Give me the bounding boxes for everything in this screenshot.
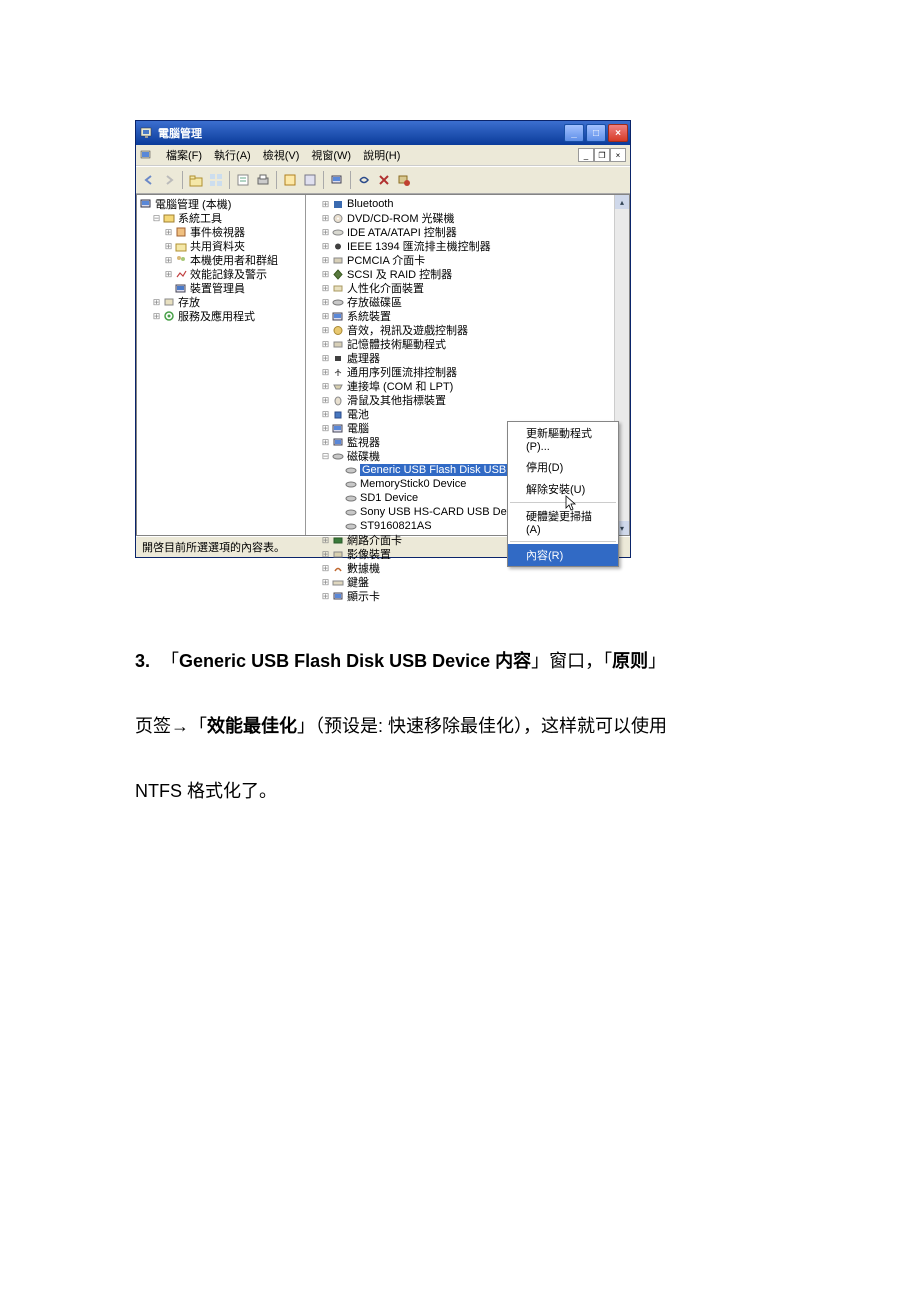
battery-icon	[331, 409, 345, 420]
expand-icon[interactable]: ⊞	[163, 255, 174, 266]
dvd-icon	[331, 213, 345, 224]
menu-help[interactable]: 說明(H)	[363, 147, 400, 163]
collapse-icon[interactable]: ⊟	[151, 213, 162, 224]
titlebar[interactable]: 電腦管理 _ □ ×	[136, 121, 630, 145]
network-icon	[331, 535, 345, 546]
mdi-restore-button[interactable]: ❐	[594, 148, 610, 162]
up-button[interactable]	[187, 171, 205, 189]
hid-icon	[331, 283, 345, 294]
tree-system-tools: ⊟系統工具	[151, 211, 303, 225]
menu-file[interactable]: 檔案(F)	[166, 147, 202, 163]
folder-icon	[174, 240, 188, 252]
computer-management-window: 電腦管理 _ □ × 檔案(F) 執行(A) 檢視(V) 視窗(W) 說明(H)…	[135, 120, 631, 558]
refresh-icon[interactable]	[281, 171, 299, 189]
mdi-buttons: _ ❐ ×	[578, 148, 626, 162]
content-area: 電腦管理 (本機) ⊟系統工具 ⊞事件檢視器 ⊞共用資料夾 ⊞本機使用者和群組 …	[136, 194, 630, 536]
monitor-icon	[331, 437, 345, 448]
sound-icon	[331, 325, 345, 336]
ctx-update-driver[interactable]: 更新驅動程式(P)...	[508, 422, 618, 456]
nav-back-button[interactable]	[140, 171, 158, 189]
ctx-uninstall[interactable]: 解除安裝(U)	[508, 478, 618, 500]
tools-icon	[162, 212, 176, 224]
mouse-icon	[331, 395, 345, 406]
expand-icon[interactable]: ⊞	[151, 311, 162, 322]
collapse-icon[interactable]: ⊟	[320, 451, 331, 462]
menu-window[interactable]: 視窗(W)	[311, 147, 351, 163]
mdi-icon	[140, 149, 154, 161]
bluetooth-icon	[331, 199, 345, 210]
window-title: 電腦管理	[158, 125, 562, 141]
ctx-disable[interactable]: 停用(D)	[508, 456, 618, 478]
scroll-up-button[interactable]: ▴	[615, 195, 629, 209]
menubar: 檔案(F) 執行(A) 檢視(V) 視窗(W) 說明(H) _ ❐ ×	[136, 145, 630, 166]
expand-icon[interactable]: ⊞	[163, 227, 174, 238]
disk-icon	[344, 521, 358, 532]
cursor-icon	[565, 495, 579, 516]
keyboard-icon	[331, 577, 345, 588]
device-manager-icon	[174, 282, 188, 294]
memdrv-icon	[331, 339, 345, 350]
right-tree-pane[interactable]: ⊞Bluetooth ⊞DVD/CD-ROM 光碟機 ⊞IDE ATA/ATAP…	[306, 195, 629, 535]
close-button[interactable]: ×	[608, 124, 628, 142]
mdi-close-button[interactable]: ×	[610, 148, 626, 162]
minimize-button[interactable]: _	[564, 124, 584, 142]
disk-icon	[344, 507, 358, 518]
disk-icon	[344, 479, 358, 490]
menu-action[interactable]: 執行(A)	[214, 147, 251, 163]
grid-icon[interactable]	[207, 171, 225, 189]
ide-icon	[331, 227, 345, 238]
volume-icon	[331, 297, 345, 308]
usb-icon	[331, 367, 345, 378]
expand-icon[interactable]: ⊞	[163, 269, 174, 280]
perf-icon	[174, 268, 188, 280]
nav-forward-button[interactable]	[160, 171, 178, 189]
sysdev-icon	[331, 311, 345, 322]
disk-icon	[344, 465, 358, 476]
ports-icon	[331, 381, 345, 392]
properties-button[interactable]	[234, 171, 252, 189]
toolbar	[136, 166, 630, 194]
ctx-properties[interactable]: 內容(R)	[508, 544, 618, 566]
expand-icon[interactable]: ⊞	[163, 241, 174, 252]
computer-icon	[140, 126, 154, 140]
menu-view[interactable]: 檢視(V)	[263, 147, 300, 163]
computer-icon	[331, 423, 345, 434]
computer-icon	[139, 198, 153, 210]
pcmcia-icon	[331, 255, 345, 266]
step-number: 3.	[135, 651, 150, 671]
delete-icon[interactable]	[375, 171, 393, 189]
left-tree-pane[interactable]: 電腦管理 (本機) ⊟系統工具 ⊞事件檢視器 ⊞共用資料夾 ⊞本機使用者和群組 …	[137, 195, 306, 535]
cpu-icon	[331, 353, 345, 364]
context-menu: 更新驅動程式(P)... 停用(D) 解除安裝(U) 硬體變更掃描(A) 內容(…	[507, 421, 619, 567]
modem-icon	[331, 563, 345, 574]
display-icon	[331, 591, 345, 602]
maximize-button[interactable]: □	[586, 124, 606, 142]
document-step-3: 3. 「Generic USB Flash Disk USB Device 内容…	[135, 638, 785, 814]
disk-icon	[344, 493, 358, 504]
imaging-icon	[331, 549, 345, 560]
print-icon[interactable]	[254, 171, 272, 189]
ieee-icon	[331, 241, 345, 252]
config-icon[interactable]	[395, 171, 413, 189]
users-icon	[174, 254, 188, 266]
ctx-scan[interactable]: 硬體變更掃描(A)	[508, 505, 618, 539]
storage-icon	[162, 296, 176, 308]
expand-icon[interactable]: ⊞	[151, 297, 162, 308]
mdi-minimize-button[interactable]: _	[578, 148, 594, 162]
tree-root: 電腦管理 (本機)	[139, 197, 303, 211]
scan-icon[interactable]	[355, 171, 373, 189]
services-icon	[162, 310, 176, 322]
disk-icon	[331, 451, 345, 462]
event-icon	[174, 226, 188, 238]
computer-tb-icon[interactable]	[328, 171, 346, 189]
list-icon[interactable]	[301, 171, 319, 189]
scsi-icon	[331, 269, 345, 280]
